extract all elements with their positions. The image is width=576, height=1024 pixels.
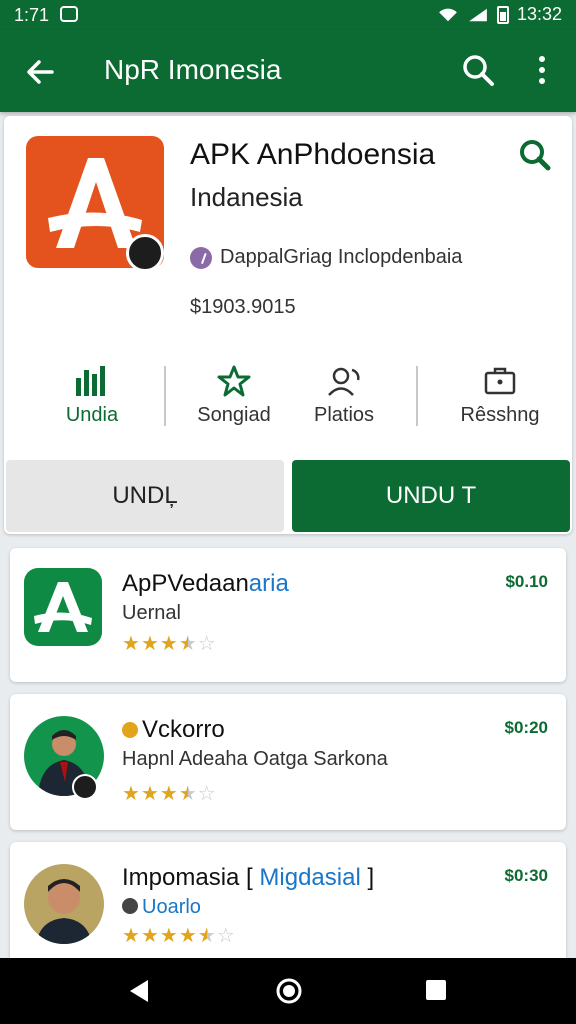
list-item-price: $0:30 (504, 866, 548, 885)
stat-label: Songiad (197, 404, 271, 426)
list-item-subtitle: Hapnl Adeaha Oatga Sarkona (122, 748, 388, 770)
list-item-price: $0.10 (505, 572, 548, 591)
search-icon[interactable] (516, 136, 552, 172)
avatar-badge-icon (72, 774, 98, 800)
star-outline-icon (217, 365, 251, 397)
star-icon: ★ (140, 633, 159, 655)
app-bar: NpR Imonesia (0, 30, 576, 112)
app-subtitle: Indanesia (190, 182, 303, 212)
search-icon[interactable] (460, 52, 496, 88)
status-time: 1:71 (14, 5, 50, 25)
wifi-icon (439, 8, 457, 21)
developer-icon (190, 246, 212, 269)
rating-stars: ★ ★ ★ ★ ☆ (122, 634, 216, 654)
developer-row[interactable]: DappalGriag Inclopdenbaia (190, 246, 462, 269)
list-item-title: Impomasia [ Migdasial ] (122, 864, 375, 891)
notification-icon (60, 6, 78, 22)
star-icon: ★ (140, 783, 159, 805)
app-logo (26, 136, 164, 272)
star-icon: ★ (122, 783, 140, 805)
stat-songiad[interactable]: Songiad (174, 364, 294, 427)
list-item-price: $0:20 (504, 718, 548, 737)
status-clock: 13:32 (516, 4, 562, 24)
secondary-download-button[interactable]: UNDĻ (6, 460, 284, 532)
stat-label: Platios (313, 404, 375, 426)
star-empty-icon: ☆ (216, 925, 235, 947)
stat-label: Undia (65, 404, 119, 426)
star-half-icon: ★ (197, 925, 216, 947)
app-title: APK AnPhdoensia (190, 138, 436, 171)
chart-icon (76, 366, 105, 396)
status-bar: 1:71 13:32 (0, 0, 576, 30)
divider (416, 366, 418, 426)
star-empty-icon: ☆ (197, 633, 216, 655)
star-icon: ★ (122, 633, 140, 655)
app-price: $1903.9015 (190, 296, 296, 318)
divider (164, 366, 166, 426)
star-icon: ★ (122, 925, 140, 947)
star-half-icon: ★ (178, 633, 197, 655)
star-empty-icon: ☆ (197, 783, 216, 805)
star-half-icon: ★ (178, 783, 197, 805)
developer-name: DappalGriag Inclopdenbaia (220, 246, 463, 268)
list-item-title: ApPVedaanaria (122, 570, 289, 597)
app-bar-title: NpR Imonesia (104, 54, 282, 85)
coin-icon (122, 722, 138, 738)
rating-stars: ★ ★ ★ ★ ★ ☆ (122, 926, 235, 946)
stat-label: Rêsshng (460, 404, 540, 426)
avatar (24, 864, 104, 944)
person-photo (36, 879, 92, 944)
person-refresh-icon (328, 367, 360, 396)
back-arrow-icon[interactable] (20, 52, 60, 92)
star-icon: ★ (159, 633, 178, 655)
signal-icon (469, 8, 487, 21)
rating-stars: ★ ★ ★ ★ ☆ (122, 784, 216, 804)
nav-back-icon[interactable] (124, 976, 154, 1006)
app-detail-card: APK AnPhdoensia Indanesia DappalGriag In… (4, 116, 572, 534)
stats-row: Undia Songiad Platios Rêsshng (24, 364, 554, 434)
list-item[interactable]: Vckorro Hapnl Adeaha Oatga Sarkona $0:20… (10, 694, 566, 830)
letter-a-logo-icon (34, 582, 92, 632)
star-icon: ★ (159, 783, 178, 805)
navigation-bar (0, 958, 576, 1024)
stat-undia[interactable]: Undia (32, 364, 152, 427)
star-icon: ★ (159, 925, 178, 947)
more-vert-icon[interactable] (528, 52, 556, 88)
stat-platios[interactable]: Platios (284, 364, 404, 427)
list-item[interactable]: Impomasia [ Migdasial ] Uoarlo $0:30 ★ ★ ★… (10, 842, 566, 972)
app-icon (24, 568, 102, 646)
list-item-subtitle: Uernal (122, 602, 181, 624)
nav-home-icon[interactable] (274, 976, 304, 1006)
primary-download-button[interactable]: UNDU T (292, 460, 570, 532)
user-avatar-icon (122, 898, 138, 914)
briefcase-icon (484, 367, 516, 395)
app-badge-icon (126, 234, 164, 272)
star-icon: ★ (140, 925, 159, 947)
stat-resshng[interactable]: Rêsshng (440, 364, 560, 427)
nav-recent-icon[interactable] (424, 978, 448, 1002)
list-item-title: Vckorro (122, 716, 225, 744)
list-item-subtitle: Uoarlo (122, 896, 201, 919)
battery-icon (496, 5, 509, 24)
star-icon: ★ (178, 925, 197, 947)
list-item[interactable]: ApPVedaanaria Uernal $0.10 ★ ★ ★ ★ ☆ (10, 548, 566, 682)
